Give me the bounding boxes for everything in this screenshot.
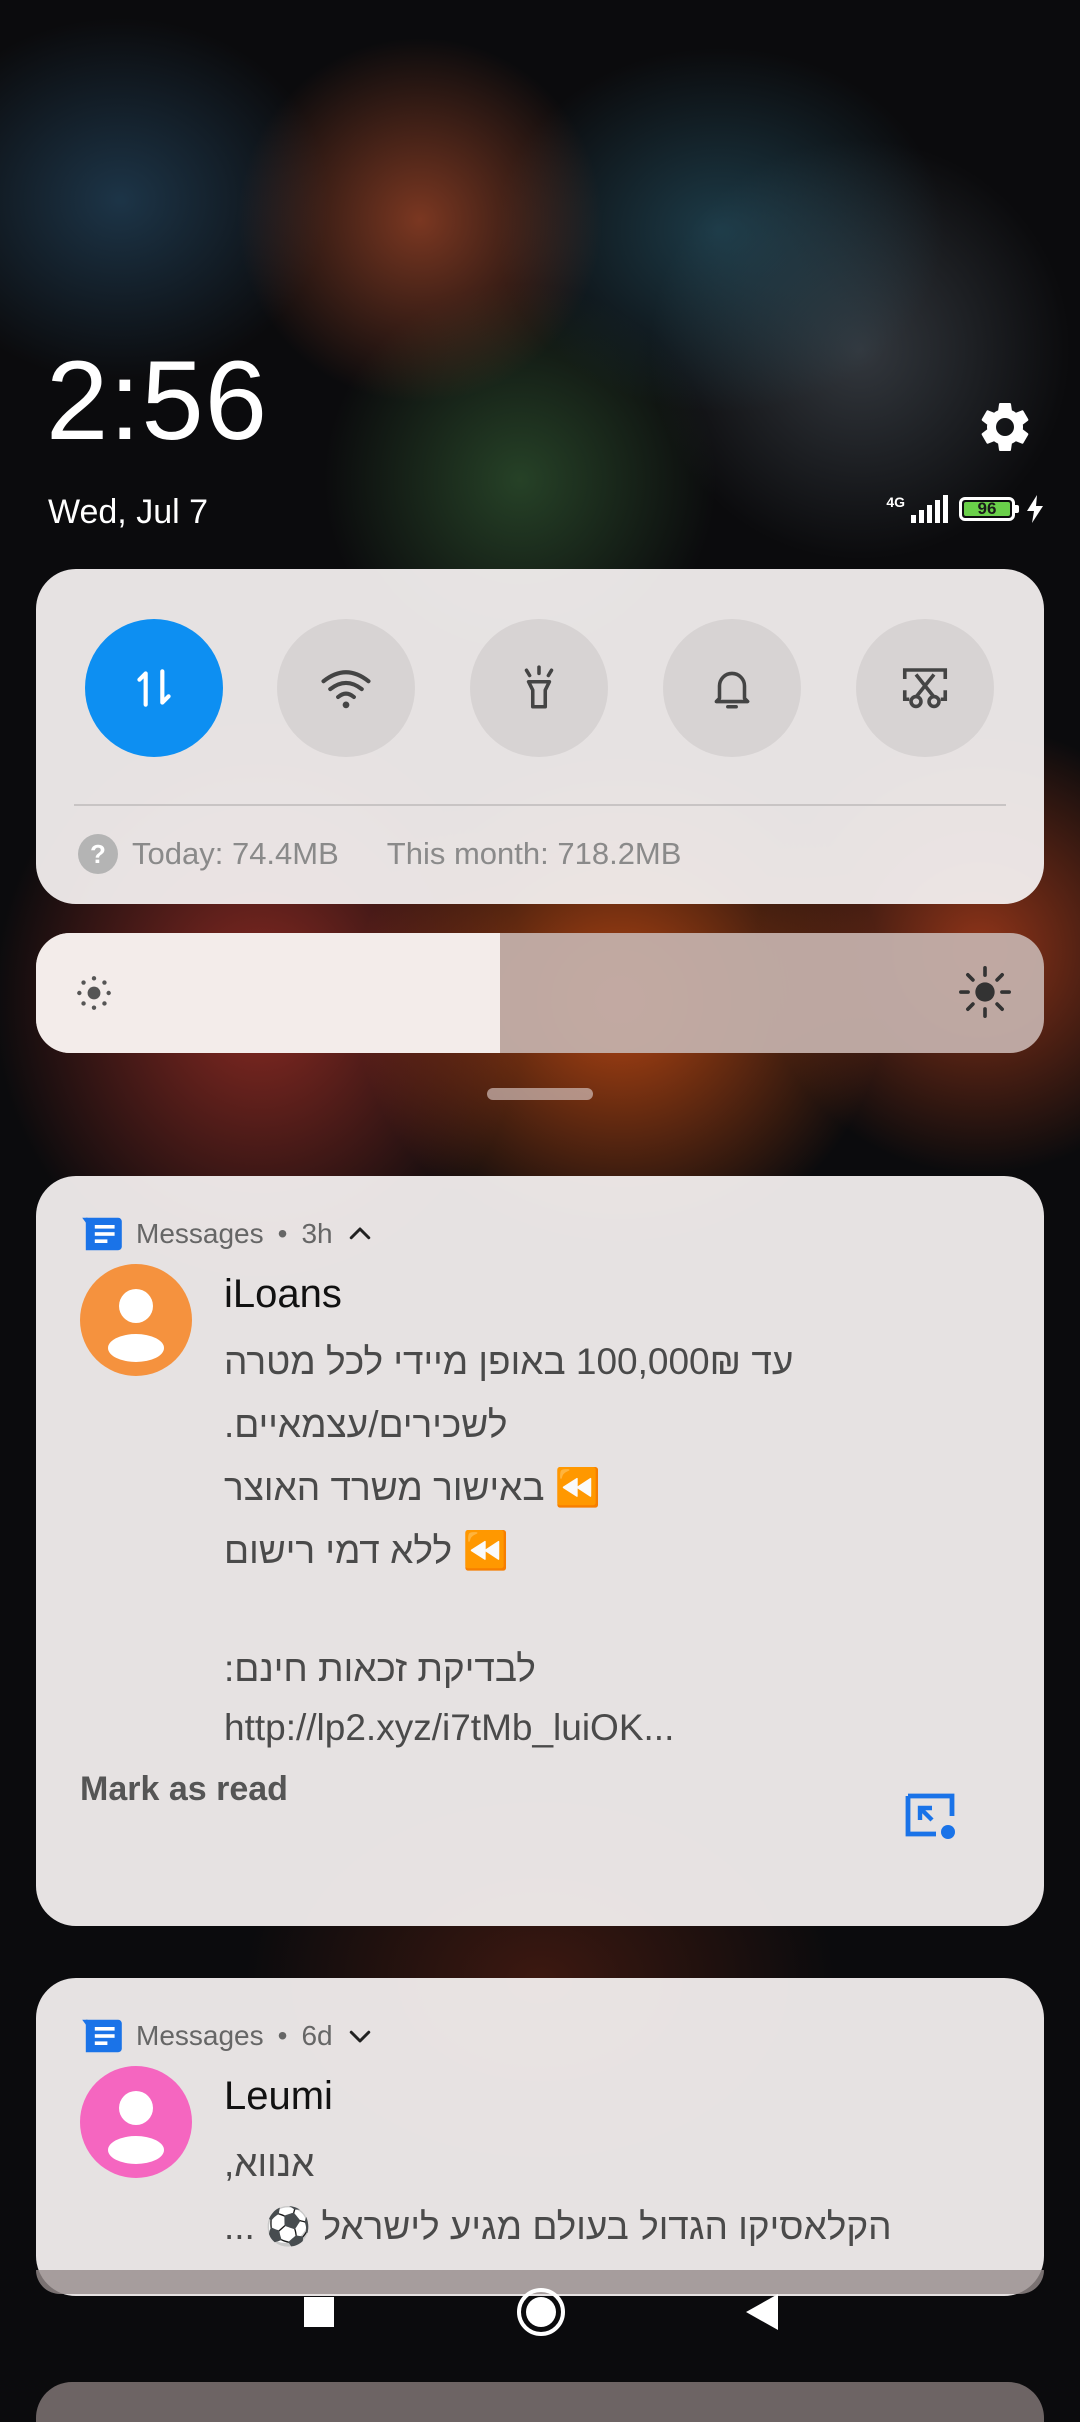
message-line bbox=[224, 1582, 984, 1637]
message-line: ⏪ באישור משרד האוצר bbox=[224, 1467, 601, 1508]
charging-icon bbox=[1027, 495, 1043, 523]
notification-time: 3h bbox=[301, 1218, 333, 1249]
bottom-sheet-edge bbox=[36, 2382, 1044, 2422]
mark-as-read-button[interactable]: Mark as read bbox=[80, 1770, 288, 1809]
avatar bbox=[80, 1264, 192, 1376]
brightness-low-icon bbox=[77, 976, 111, 1010]
date: Wed, Jul 7 bbox=[48, 493, 209, 531]
message-line: עד 100,000₪ באופן מיידי לכל מטרה bbox=[224, 1341, 794, 1382]
person-icon bbox=[108, 2091, 164, 2164]
chevron-up-icon[interactable] bbox=[345, 1219, 375, 1249]
message-line: אנווא, bbox=[224, 2143, 315, 2184]
message-line: לשכירים/עצמאיים. bbox=[224, 1404, 508, 1445]
settings-button[interactable] bbox=[975, 397, 1035, 457]
message-body: עד 100,000₪ באופן מיידי לכל מטרה לשכירים… bbox=[224, 1330, 984, 1759]
chevron-down-icon[interactable] bbox=[345, 2021, 375, 2051]
notification-card[interactable]: Messages • 3h iLoans עד 100,000₪ באופן מ… bbox=[36, 1176, 1044, 1926]
notification-time: 6d bbox=[301, 2020, 333, 2051]
message-line: הקלאסיקו הגדול בעולם מגיע לישראל ⚽ ... bbox=[224, 2206, 892, 2247]
recents-button[interactable] bbox=[302, 2295, 336, 2329]
quick-settings-panel: ? Today: 74.4MB This month: 718.2MB bbox=[36, 569, 1044, 904]
flashlight-icon bbox=[524, 665, 554, 709]
home-button[interactable] bbox=[515, 2286, 567, 2338]
person-icon bbox=[108, 1289, 164, 1362]
open-window-icon bbox=[905, 1793, 955, 1839]
sender-name: iLoans bbox=[224, 1272, 342, 1316]
sender-name: Leumi bbox=[224, 2074, 333, 2118]
usage-month: This month: 718.2MB bbox=[386, 836, 682, 871]
wifi-icon bbox=[321, 670, 371, 709]
messages-app-icon bbox=[82, 1217, 122, 1251]
signal-icon bbox=[911, 495, 948, 523]
mobile-data-toggle[interactable] bbox=[85, 619, 223, 757]
status-bar: 4G 96 bbox=[886, 494, 1045, 523]
brightness-slider[interactable] bbox=[36, 933, 1044, 1053]
app-name: Messages bbox=[136, 1218, 264, 1249]
battery-icon: 96 bbox=[959, 497, 1019, 521]
divider bbox=[74, 804, 1006, 806]
open-in-window-button[interactable] bbox=[902, 1790, 958, 1842]
notification-header: Messages • 6d bbox=[80, 2018, 375, 2054]
gear-icon bbox=[981, 402, 1029, 451]
scissors-icon bbox=[902, 668, 948, 709]
message-body: אנווא, הקלאסיקו הגדול בעולם מגיע לישראל … bbox=[224, 2132, 984, 2258]
sound-toggle[interactable] bbox=[663, 619, 801, 757]
notification-card[interactable]: Messages • 6d Leumi אנווא, הקלאסיקו הגדו… bbox=[36, 1978, 1044, 2296]
data-transfer-icon bbox=[137, 669, 171, 707]
data-usage: ? Today: 74.4MB This month: 718.2MB bbox=[78, 834, 681, 874]
battery-level: 96 bbox=[977, 499, 997, 518]
message-line: לבדיקת זכאות חינם: bbox=[224, 1648, 536, 1689]
wifi-toggle[interactable] bbox=[277, 619, 415, 757]
message-line: ⏪ ללא דמי רישום bbox=[224, 1530, 509, 1571]
drag-handle[interactable] bbox=[487, 1088, 593, 1100]
network-type: 4G bbox=[886, 494, 905, 510]
avatar bbox=[80, 2066, 192, 2178]
flashlight-toggle[interactable] bbox=[470, 619, 608, 757]
usage-today: Today: 74.4MB bbox=[132, 836, 339, 871]
notification-header: Messages • 3h bbox=[80, 1216, 375, 1252]
brightness-high-icon bbox=[959, 966, 1011, 1018]
screenshot-toggle[interactable] bbox=[856, 619, 994, 757]
app-name: Messages bbox=[136, 2020, 264, 2051]
separator: • bbox=[277, 2020, 288, 2051]
back-button[interactable] bbox=[744, 2292, 780, 2332]
clock: 2:56 bbox=[46, 338, 268, 463]
separator: • bbox=[277, 1218, 288, 1249]
messages-app-icon bbox=[82, 2019, 122, 2053]
message-link: http://lp2.xyz/i7tMb_luiOK... bbox=[224, 1707, 675, 1748]
help-icon[interactable]: ? bbox=[78, 834, 118, 874]
bell-icon bbox=[714, 671, 750, 709]
